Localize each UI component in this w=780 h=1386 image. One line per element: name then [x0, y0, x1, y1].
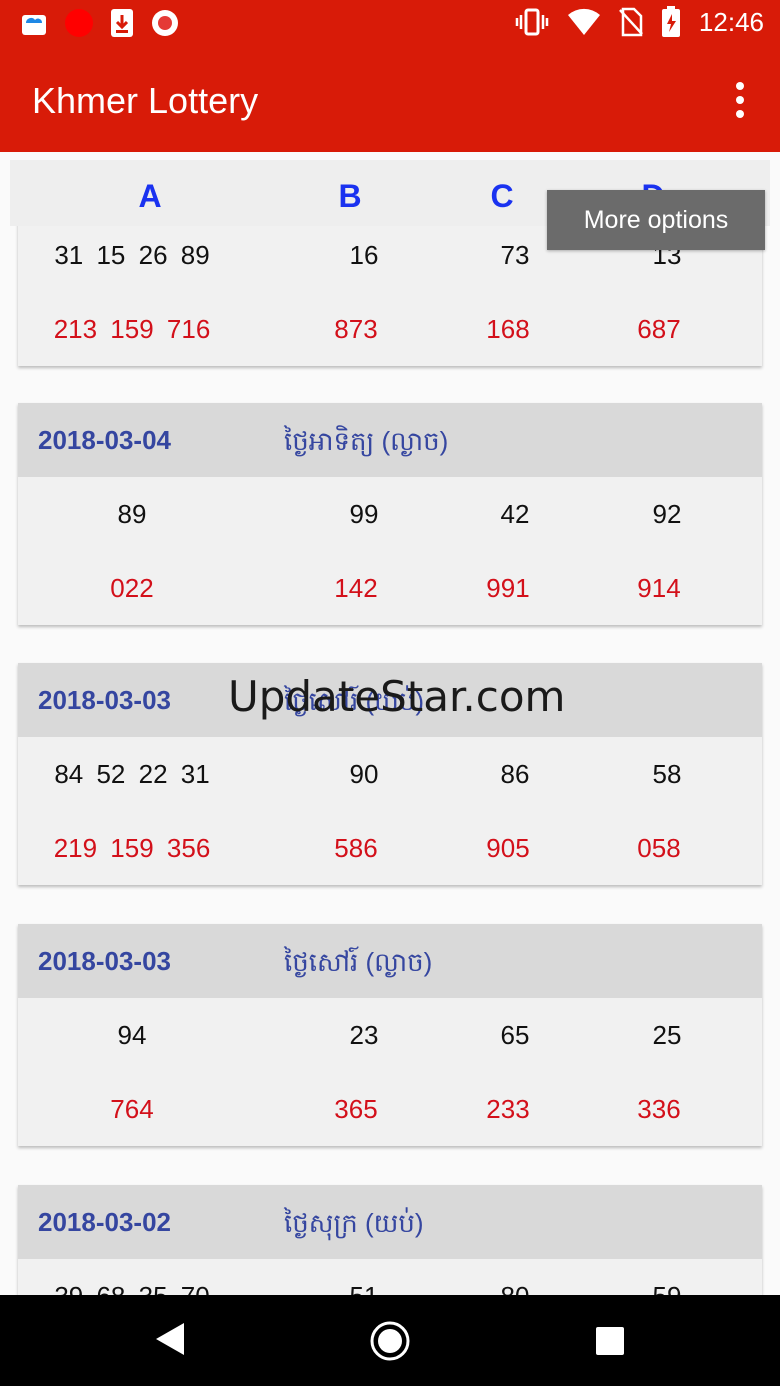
weather-app-icon — [22, 15, 46, 35]
result-card: 2018-03-03 ថ្ងៃសៅរ៍ (ល្ងាច) 94 23 65 25 … — [18, 924, 762, 1146]
card-header: 2018-03-04 ថ្ងៃអាទិត្យ (ល្ងាច) — [18, 403, 762, 477]
result-d: 59 — [653, 1281, 682, 1295]
result-day: ថ្ងៃសុក្រ (យប់) — [284, 1208, 424, 1238]
result-c: 233 — [486, 1094, 530, 1124]
status-bar: 12:46 — [0, 0, 780, 46]
result-c: 905 — [486, 833, 530, 863]
vibrate-icon — [515, 8, 549, 36]
result-b: 23 — [349, 1020, 379, 1050]
result-a: 89 — [117, 499, 147, 529]
result-b: 16 — [349, 240, 379, 270]
result-date: 2018-03-03 — [38, 946, 171, 976]
result-d: 058 — [637, 833, 681, 863]
result-b: 90 — [349, 759, 379, 789]
result-card: 2018-03-04 ថ្ងៃអាទិត្យ (ល្ងាច) 89 99 42 … — [18, 403, 762, 625]
result-a: 94 — [117, 1020, 147, 1050]
back-icon[interactable] — [152, 1319, 188, 1359]
result-c: 991 — [486, 573, 530, 603]
result-a: 31 15 26 89 — [54, 240, 210, 270]
result-b: 873 — [334, 314, 378, 344]
more-options-icon[interactable] — [722, 72, 758, 128]
no-sim-icon — [619, 7, 643, 37]
result-a: 39 68 35 70 — [54, 1281, 209, 1295]
result-c: 168 — [486, 314, 530, 344]
result-d: 92 — [652, 499, 682, 529]
app-bar: Khmer Lottery — [0, 46, 780, 152]
result-day: ថ្ងៃសៅរ៍ (ល្ងាច) — [284, 947, 433, 977]
column-header-c: C — [490, 178, 514, 214]
card-header: 2018-03-03 ថ្ងៃសៅរ៍ (ល្ងាច) — [18, 924, 762, 998]
result-date: 2018-03-03 — [38, 685, 171, 715]
navigation-bar — [0, 1295, 780, 1386]
result-card: 2018-03-02 ថ្ងៃសុក្រ (យប់) 39 68 35 70 5… — [18, 1185, 762, 1295]
result-c: 65 — [500, 1020, 530, 1050]
result-d: 58 — [652, 759, 682, 789]
home-icon[interactable] — [368, 1319, 412, 1363]
result-b: 142 — [334, 573, 378, 603]
result-day: ថ្ងៃអាទិត្យ (ល្ងាច) — [284, 426, 449, 456]
card-header: 2018-03-02 ថ្ងៃសុក្រ (យប់) — [18, 1185, 762, 1259]
recents-icon[interactable] — [594, 1325, 626, 1357]
result-a: 022 — [110, 573, 154, 603]
result-c: 80 — [501, 1281, 530, 1295]
result-d: 336 — [637, 1094, 681, 1124]
status-time: 12:46 — [698, 6, 764, 37]
download-icon — [111, 9, 133, 37]
result-date: 2018-03-04 — [38, 425, 171, 455]
result-d: 687 — [637, 314, 681, 344]
result-c: 73 — [500, 240, 530, 270]
result-a: 219 159 356 — [53, 833, 211, 863]
record-dot-icon — [65, 9, 93, 37]
column-header-b: B — [338, 178, 362, 214]
watermark: UpdateStar.com — [228, 672, 566, 721]
result-a: 213 159 716 — [53, 314, 211, 344]
result-b: 51 — [350, 1281, 379, 1295]
wifi-icon — [567, 8, 600, 35]
result-c: 42 — [500, 499, 530, 529]
app-title: Khmer Lottery — [32, 80, 259, 121]
column-header-a: A — [138, 178, 162, 214]
result-b: 586 — [334, 833, 378, 863]
result-a: 84 52 22 31 — [54, 759, 210, 789]
result-a: 764 — [110, 1094, 154, 1124]
more-options-tooltip: More options — [547, 190, 765, 250]
result-c: 86 — [500, 759, 530, 789]
battery-charging-icon — [661, 6, 680, 37]
results-list[interactable]: A B C D 31 15 26 89 16 73 13 213 159 716… — [0, 152, 780, 1295]
screen-record-icon — [152, 10, 178, 36]
result-b: 99 — [349, 499, 379, 529]
result-b: 365 — [334, 1094, 378, 1124]
result-d: 914 — [637, 573, 681, 603]
result-d: 25 — [652, 1020, 682, 1050]
result-date: 2018-03-02 — [38, 1207, 171, 1237]
